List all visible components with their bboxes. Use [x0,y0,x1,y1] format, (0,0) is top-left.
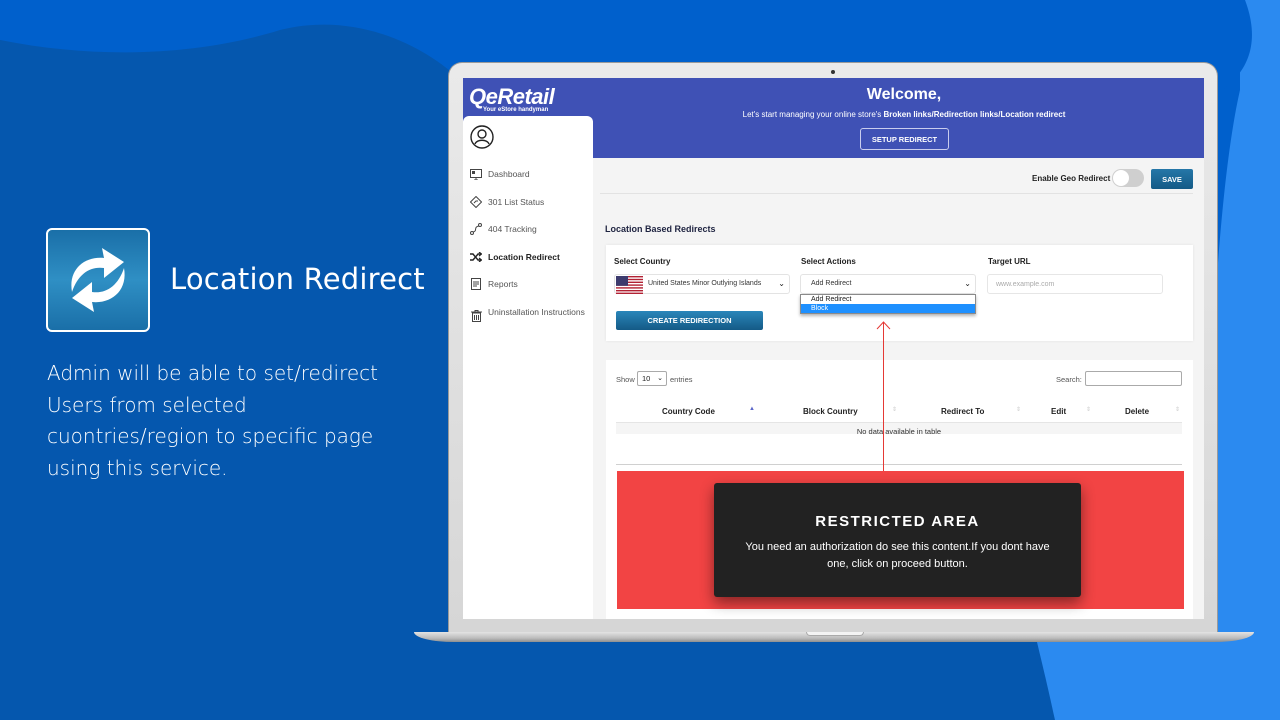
refresh-arrows-icon [71,248,125,312]
laptop-camera [831,70,835,74]
app-screen: QeRetail Your eStore handyman Welcome, L… [463,78,1204,619]
diamond-arrow-icon [470,195,482,208]
trash-icon [470,309,482,322]
sort-icon[interactable]: ⇕ [892,406,897,413]
sidebar-item-dashboard[interactable]: Dashboard [470,168,590,196]
geo-redirect-toggle[interactable] [1112,169,1144,187]
dropdown-option-block[interactable]: Block [801,304,975,313]
sidebar-item-404-tracking[interactable]: 404 Tracking [470,223,590,251]
sort-icon[interactable]: ⇕ [1086,406,1091,413]
sidebar: Dashboard 301 List Status 404 Tracking L… [463,116,593,619]
target-url-input[interactable] [987,274,1163,294]
section-title: Location Based Redirects [605,224,716,234]
target-url-label: Target URL [988,257,1031,266]
restricted-area-dialog: RESTRICTED AREA You need an authorizatio… [714,483,1081,597]
dropdown-option-add-redirect[interactable]: Add Redirect [801,295,975,304]
show-label: Show [616,375,635,384]
promo-title: Location Redirect [170,262,425,296]
toggle-knob [1113,170,1129,186]
empty-table-row: No data available in table [616,423,1182,434]
location-redirect-app-icon [46,228,150,332]
sidebar-item-location-redirect[interactable]: Location Redirect [470,251,590,279]
restricted-message: You need an authorization do see this co… [745,541,1050,570]
entries-label: entries [670,375,693,384]
laptop-notch [806,632,864,636]
user-avatar-icon[interactable] [470,125,494,149]
divider [600,193,1193,194]
geo-redirect-label: Enable Geo Redirect [1032,174,1111,183]
setup-redirect-button[interactable]: SETUP REDIRECT [860,128,949,150]
country-select[interactable]: United States Minor Outlying Islands ⌄ [614,274,790,294]
column-header-delete[interactable]: Delete [1125,407,1149,416]
save-button[interactable]: SAVE [1151,169,1193,189]
welcome-subtitle: Let's start managing your online store's… [742,110,1066,119]
route-icon [470,223,482,235]
entries-select[interactable]: 10 ⌄ [637,371,667,386]
actions-select[interactable]: Add Redirect ⌄ [800,274,976,294]
country-label: Select Country [614,257,671,266]
redirect-form-card: Select Country Select Actions Target URL… [606,245,1193,341]
dashboard-icon [470,168,482,180]
qeretail-logo[interactable]: QeRetail Your eStore handyman [469,84,555,113]
chevron-down-icon: ⌄ [964,279,971,288]
country-value: United States Minor Outlying Islands [648,280,762,287]
actions-label: Select Actions [801,257,856,266]
sidebar-nav: Dashboard 301 List Status 404 Tracking L… [470,168,590,333]
arrow-up-icon [876,321,891,330]
chevron-down-icon: ⌄ [778,279,785,288]
us-flag-icon [616,276,643,294]
actions-dropdown-list: Add Redirect Block [800,294,976,314]
sort-asc-icon[interactable]: ▲ [749,406,755,412]
sidebar-item-uninstallation-instructions[interactable]: Uninstallation Instructions [470,306,590,334]
report-icon [470,278,482,290]
annotation-arrow-line [883,322,884,471]
create-redirection-button[interactable]: CREATE REDIRECTION [616,311,763,330]
empty-message: No data available in table [856,427,942,434]
actions-value: Add Redirect [811,280,852,287]
table-bottom-divider [616,464,1182,465]
search-input[interactable] [1085,371,1182,386]
shuffle-icon [470,251,482,263]
sort-icon[interactable]: ⇕ [1175,406,1180,413]
chevron-down-icon: ⌄ [657,375,663,382]
sidebar-item-301-list-status[interactable]: 301 List Status [470,195,590,224]
sidebar-item-reports[interactable]: Reports [470,278,590,306]
welcome-title: Welcome, [866,86,942,103]
sort-icon[interactable]: ⇕ [1016,406,1021,413]
column-header-country-code[interactable]: Country Code [662,407,715,416]
restricted-title: RESTRICTED AREA [815,513,980,530]
column-header-redirect-to[interactable]: Redirect To [941,407,984,416]
search-label: Search: [1056,375,1082,384]
column-header-block-country[interactable]: Block Country [803,407,858,416]
promo-description: Admin will be able to set/redirect Users… [47,361,379,480]
column-header-edit[interactable]: Edit [1051,407,1066,416]
